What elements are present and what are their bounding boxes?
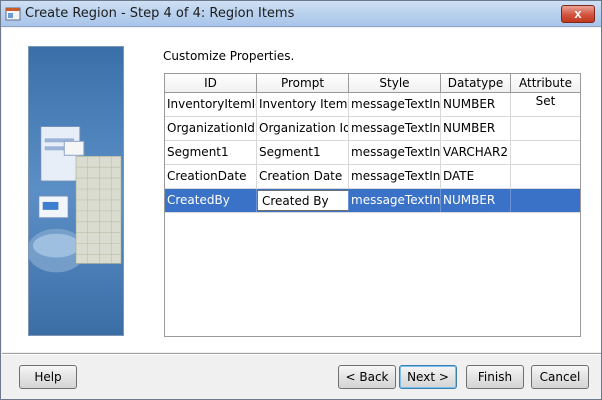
wizard-app-icon: [5, 7, 21, 21]
column-header-style[interactable]: Style: [349, 74, 441, 93]
wizard-illustration-image: [28, 46, 124, 336]
finish-button-label: Finish: [477, 370, 513, 384]
back-button[interactable]: < Back: [338, 365, 396, 389]
back-button-label: < Back: [345, 370, 389, 384]
cell-prompt[interactable]: Segment1: [257, 141, 349, 164]
window-title: Create Region - Step 4 of 4: Region Item…: [25, 6, 295, 21]
cell-prompt[interactable]: Inventory Item Id: [257, 93, 349, 116]
cell-attribute-set[interactable]: [511, 93, 580, 116]
column-header-attribute-set[interactable]: Attribute Set: [511, 74, 580, 108]
region-items-table[interactable]: ID Prompt Style Datatype Attribute Set I…: [164, 73, 581, 337]
cell-prompt[interactable]: Creation Date: [257, 165, 349, 188]
table-row[interactable]: OrganizationId Organization Id messageTe…: [165, 117, 580, 141]
table-row[interactable]: CreationDate Creation Date messageTextIn…: [165, 165, 580, 189]
table-header: ID Prompt Style Datatype Attribute Set: [165, 74, 580, 108]
column-header-prompt[interactable]: Prompt: [257, 74, 349, 93]
cell-id[interactable]: OrganizationId: [165, 117, 257, 140]
cell-style[interactable]: messageTextIn...: [349, 189, 441, 212]
close-button[interactable]: x: [561, 5, 595, 23]
dialog-window: Create Region - Step 4 of 4: Region Item…: [0, 0, 602, 400]
footer-divider-highlight: [2, 354, 601, 355]
title-bar[interactable]: Create Region - Step 4 of 4: Region Item…: [1, 1, 601, 27]
help-button[interactable]: Help: [19, 365, 77, 389]
cancel-button-label: Cancel: [539, 370, 581, 384]
cancel-button[interactable]: Cancel: [531, 365, 589, 389]
cell-datatype[interactable]: VARCHAR2: [441, 141, 511, 164]
cell-prompt-editor[interactable]: Created By: [257, 190, 349, 211]
cell-attribute-set[interactable]: [511, 117, 580, 140]
cell-style[interactable]: messageTextIn...: [349, 141, 441, 164]
cell-attribute-set[interactable]: [511, 141, 580, 164]
cell-attribute-set[interactable]: [511, 165, 580, 188]
cell-datatype[interactable]: NUMBER: [441, 189, 511, 212]
close-icon: x: [574, 6, 582, 21]
table-row[interactable]: Segment1 Segment1 messageTextIn... VARCH…: [165, 141, 580, 165]
column-header-datatype[interactable]: Datatype: [441, 74, 511, 93]
section-label: Customize Properties.: [163, 49, 295, 63]
cell-attribute-set[interactable]: [511, 189, 580, 212]
cell-id[interactable]: CreationDate: [165, 165, 257, 188]
table-row-selected[interactable]: CreatedBy Created By messageTextIn... NU…: [165, 189, 580, 213]
cell-prompt[interactable]: Organization Id: [257, 117, 349, 140]
cell-datatype[interactable]: DATE: [441, 165, 511, 188]
next-button[interactable]: Next >: [399, 365, 457, 389]
cell-datatype[interactable]: NUMBER: [441, 117, 511, 140]
next-button-label: Next >: [407, 370, 449, 384]
cell-id[interactable]: InventoryItemId: [165, 93, 257, 116]
cell-style[interactable]: messageTextIn...: [349, 93, 441, 116]
cell-id[interactable]: Segment1: [165, 141, 257, 164]
help-button-label: Help: [34, 370, 62, 384]
cell-style[interactable]: messageTextIn...: [349, 165, 441, 188]
column-header-id[interactable]: ID: [165, 74, 257, 93]
finish-button[interactable]: Finish: [466, 365, 524, 389]
cell-id[interactable]: CreatedBy: [165, 189, 257, 212]
cell-datatype[interactable]: NUMBER: [441, 93, 511, 116]
cell-style[interactable]: messageTextIn...: [349, 117, 441, 140]
table-row[interactable]: InventoryItemId Inventory Item Id messag…: [165, 93, 580, 117]
